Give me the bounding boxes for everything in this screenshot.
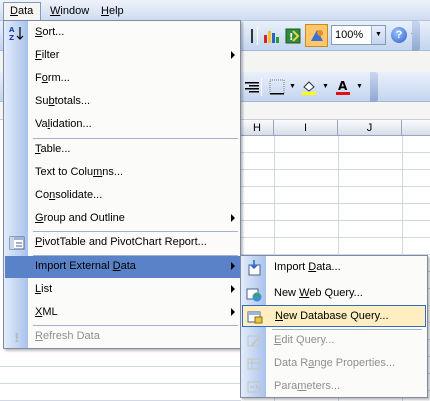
column-header-j[interactable]: J xyxy=(338,120,402,136)
drawing-icon xyxy=(311,30,323,41)
menu-data[interactable]: Data xyxy=(3,2,41,21)
menu-item-parameters[interactable]: Parameters... xyxy=(242,376,426,398)
zoom-value: 100% xyxy=(335,29,364,41)
svg-text:A: A xyxy=(338,79,348,93)
submenu-arrow-icon xyxy=(231,214,235,222)
data-menu: A Z Sort... Filter Form... Subtotals... … xyxy=(3,20,241,349)
menu-item-new-web-query[interactable]: New Web Query... xyxy=(242,283,426,305)
toolbar-options-handle[interactable] xyxy=(412,21,420,51)
refresh-data-icon[interactable]: ! xyxy=(284,27,302,45)
submenu-arrow-icon xyxy=(231,51,235,59)
align-right-icon[interactable] xyxy=(243,78,261,96)
menu-item-filter[interactable]: Filter xyxy=(5,45,240,67)
new-database-query-icon xyxy=(247,311,263,324)
toolbar-separator xyxy=(261,78,262,96)
insert-row-icon[interactable] xyxy=(243,27,261,45)
cell-grid-left[interactable] xyxy=(0,350,241,401)
toolbar-options-handle[interactable] xyxy=(370,72,378,102)
chart-wizard-icon[interactable] xyxy=(262,27,280,45)
toolbar-separator xyxy=(257,27,258,45)
menu-item-data-range-properties[interactable]: Data Range Properties... xyxy=(242,353,426,375)
borders-dropdown-icon[interactable]: ▼ xyxy=(289,83,296,90)
menu-item-consolidate[interactable]: Consolidate... xyxy=(5,185,240,207)
menu-window[interactable]: Window xyxy=(45,3,94,19)
column-headers: H I J xyxy=(241,120,430,136)
submenu-arrow-icon xyxy=(231,262,235,270)
fill-color-dropdown-icon[interactable]: ▼ xyxy=(322,83,329,90)
svg-text:!: ! xyxy=(289,32,294,43)
help-icon[interactable]: ? xyxy=(391,27,407,43)
menu-item-xml[interactable]: XML xyxy=(5,302,240,324)
menu-item-sort[interactable]: A Z Sort... xyxy=(5,22,240,44)
font-color-icon[interactable]: A xyxy=(334,78,352,96)
new-web-query-icon xyxy=(246,288,262,302)
edit-query-icon xyxy=(247,335,260,347)
menu-item-edit-query[interactable]: Edit Query... xyxy=(242,330,426,352)
svg-text:A: A xyxy=(9,26,15,34)
svg-text:Z: Z xyxy=(9,34,14,41)
font-color-dropdown-icon[interactable]: ▼ xyxy=(356,83,363,90)
menu-item-refresh-data[interactable]: ! Refresh Data xyxy=(5,326,240,348)
pivottable-icon xyxy=(9,236,25,250)
refresh-data-icon: ! xyxy=(14,331,19,345)
fill-color-icon[interactable] xyxy=(300,78,318,96)
borders-icon[interactable] xyxy=(268,78,286,96)
menu-item-form[interactable]: Form... xyxy=(5,68,240,90)
column-header-h[interactable]: H xyxy=(241,120,274,136)
menu-help[interactable]: Help xyxy=(96,3,129,19)
menu-item-subtotals[interactable]: Subtotals... xyxy=(5,91,240,113)
sort-icon: A Z xyxy=(9,26,24,41)
menu-item-list[interactable]: List xyxy=(5,279,240,301)
menu-item-pivottable[interactable]: PivotTable and PivotChart Report... xyxy=(5,232,240,254)
import-external-data-submenu: Import Data... New Web Query... New Data… xyxy=(240,255,428,398)
submenu-arrow-icon xyxy=(231,308,235,316)
data-range-properties-icon xyxy=(247,358,261,370)
drawing-button[interactable] xyxy=(305,24,328,47)
column-header-i[interactable]: I xyxy=(274,120,338,136)
parameters-icon xyxy=(247,381,261,393)
menu-item-new-database-query[interactable]: New Database Query... xyxy=(242,305,426,327)
menu-bar: Data Window Help xyxy=(0,0,430,21)
svg-text:!: ! xyxy=(14,331,19,345)
menu-item-text-to-columns[interactable]: Text to Columns... xyxy=(5,162,240,184)
submenu-arrow-icon xyxy=(231,285,235,293)
menu-item-validation[interactable]: Validation... xyxy=(5,114,240,136)
import-data-icon xyxy=(248,260,261,276)
menu-item-table[interactable]: Table... xyxy=(5,139,240,161)
menu-item-import-data[interactable]: Import Data... xyxy=(242,257,426,279)
zoom-dropdown-button[interactable]: ▼ xyxy=(371,26,385,44)
menu-item-import-external-data[interactable]: Import External Data xyxy=(5,256,240,278)
menu-item-group-and-outline[interactable]: Group and Outline xyxy=(5,208,240,230)
zoom-combobox[interactable]: 100% ▼ xyxy=(331,25,386,45)
